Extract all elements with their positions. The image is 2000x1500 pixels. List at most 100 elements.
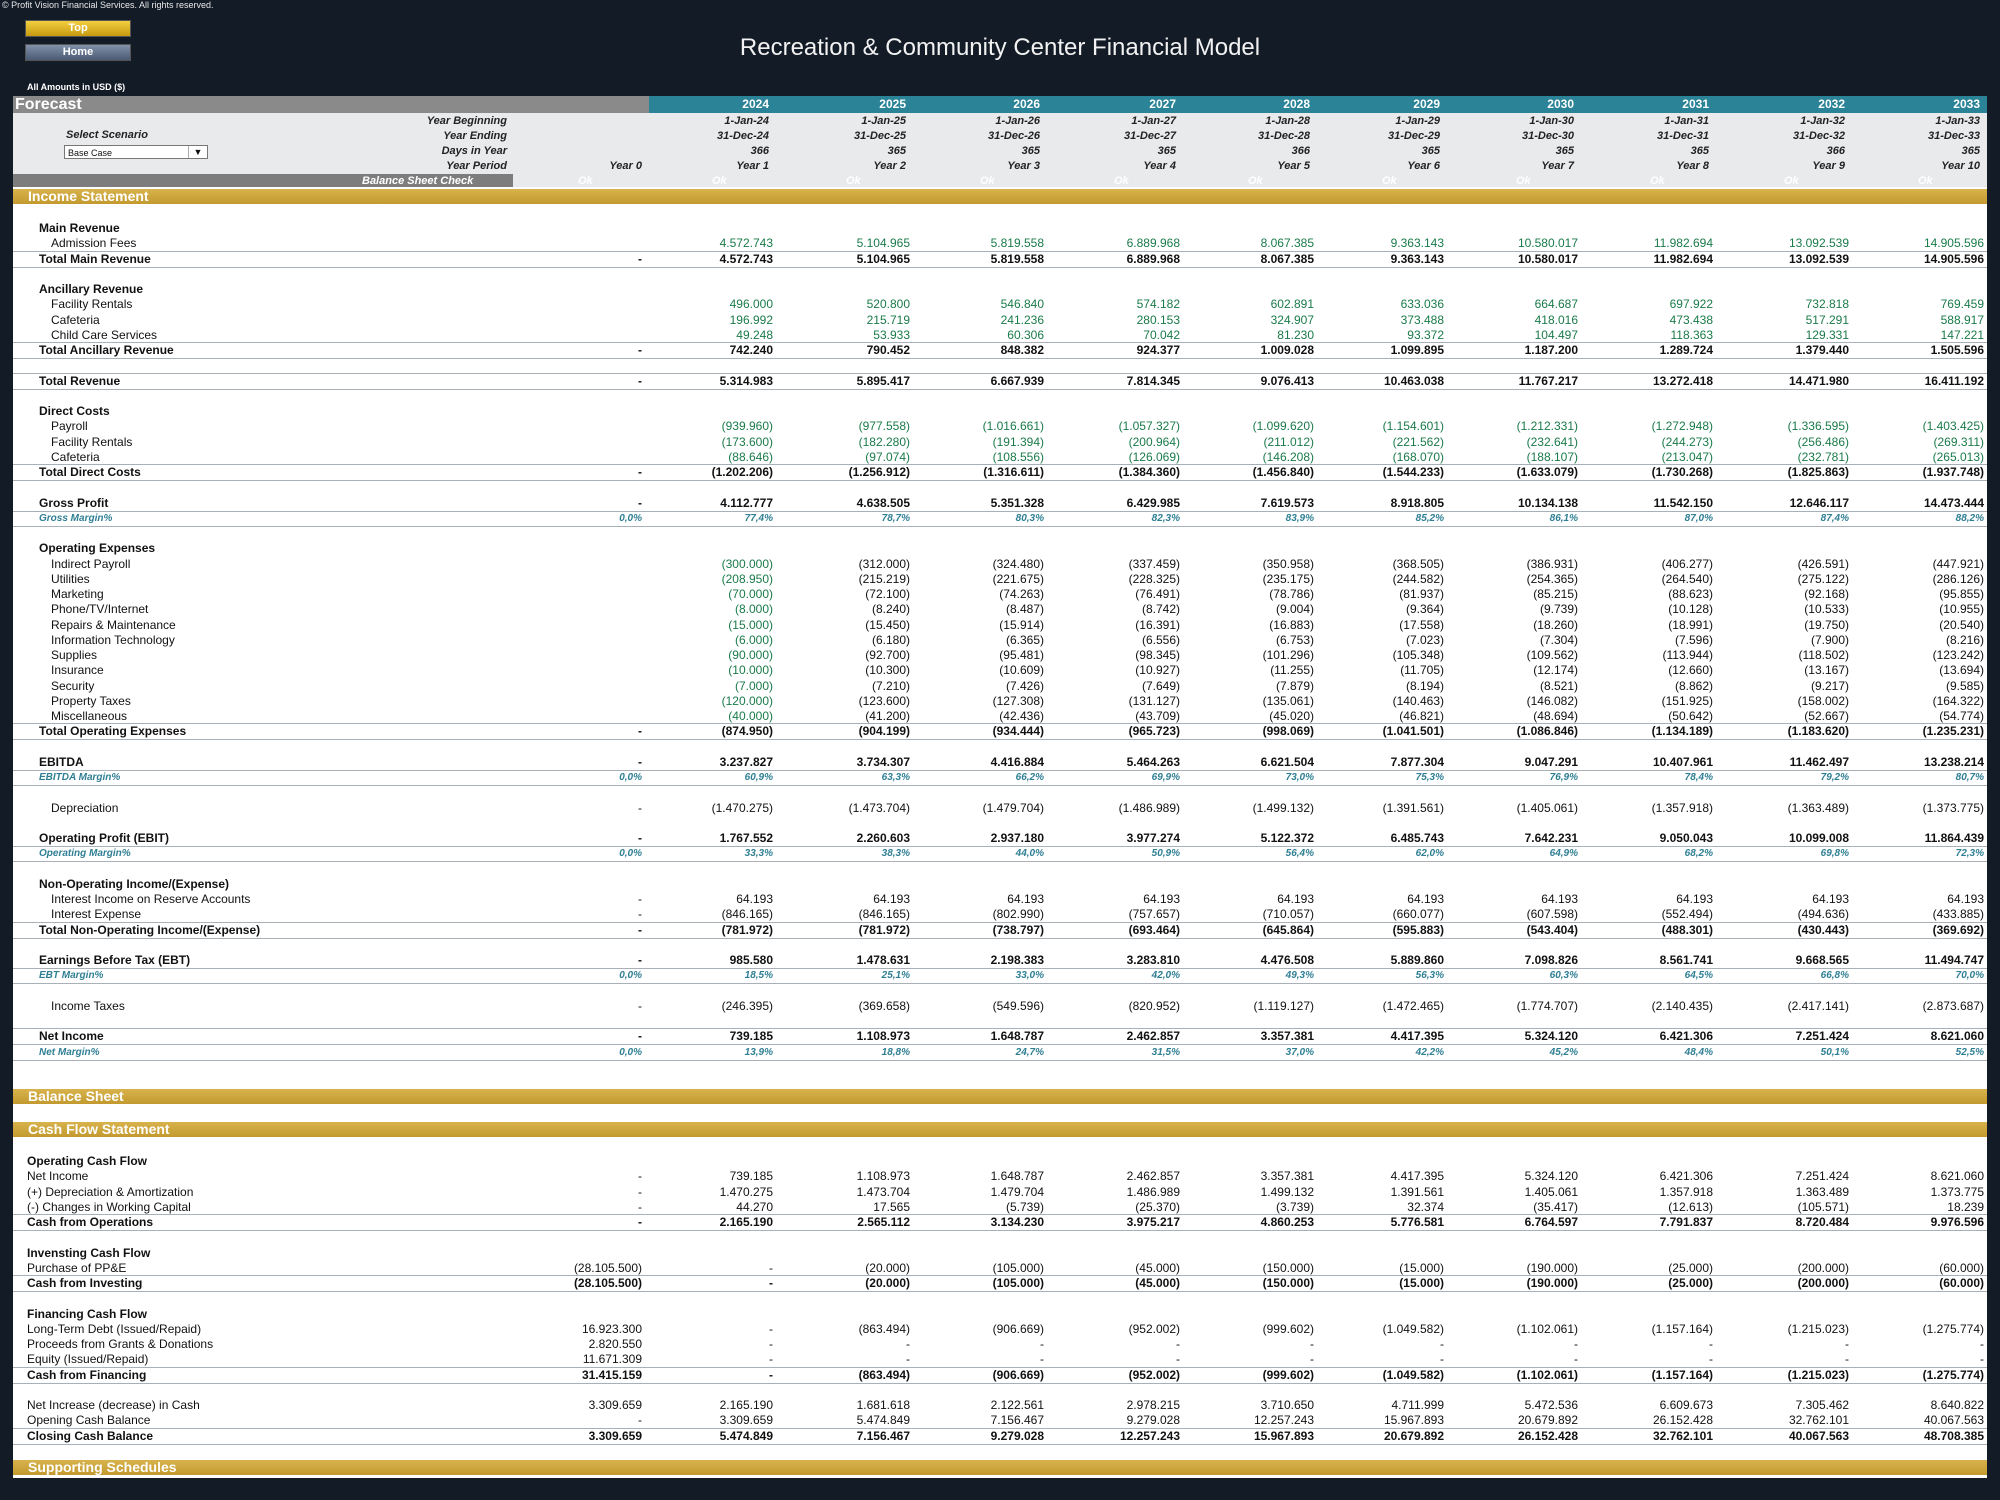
value-cell: (781.972) <box>858 923 910 937</box>
value-cell: 42,2% <box>1415 1047 1444 1058</box>
value-cell: 2.260.603 <box>856 831 910 845</box>
value-cell: 6.889.968 <box>1126 252 1180 266</box>
value-cell: 8.561.741 <box>1659 953 1713 967</box>
value-cell: 4.112.777 <box>720 496 773 510</box>
header-cell: 1-Jan-24 <box>724 115 769 127</box>
row-label: Net Income <box>39 1029 104 1043</box>
value-cell: (95.855) <box>1939 587 1984 601</box>
value-cell: (15.000) <box>1399 1276 1444 1290</box>
chevron-down-icon[interactable]: ▼ <box>188 146 207 158</box>
value-cell: (1.363.489) <box>1787 801 1849 815</box>
value-cell: 664.687 <box>1534 297 1578 311</box>
value-cell: (105.571) <box>1797 1200 1849 1214</box>
value-cell: (244.582) <box>1392 572 1444 586</box>
section-supporting-schedules[interactable]: Supporting Schedules <box>13 1460 1987 1475</box>
row-divider <box>13 1275 1987 1276</box>
value-cell: (1.119.127) <box>1253 999 1315 1013</box>
value-cell: (18.991) <box>1668 618 1713 632</box>
value-cell: 64.193 <box>873 892 910 906</box>
value-cell: (1.730.268) <box>1651 465 1713 479</box>
row-label: Property Taxes <box>51 694 131 708</box>
value-cell: (76.491) <box>1135 587 1180 601</box>
value-cell: (1.633.079) <box>1516 465 1578 479</box>
value-cell: (45.020) <box>1269 709 1314 723</box>
value-cell: (113.944) <box>1662 648 1713 662</box>
value-cell: 9.668.565 <box>1795 953 1849 967</box>
row-label: Cafeteria <box>51 313 100 327</box>
value-cell: 13,9% <box>744 1047 773 1058</box>
value-cell: 3.734.307 <box>856 755 910 769</box>
value-cell: (88.623) <box>1668 587 1713 601</box>
header-cell: 31-Dec-25 <box>854 130 906 142</box>
value-cell: (81.937) <box>1399 587 1444 601</box>
section-cash-flow-statement[interactable]: Cash Flow Statement <box>13 1122 1987 1137</box>
value-cell: 45,2% <box>1549 1047 1578 1058</box>
value-cell: 17.565 <box>873 1200 910 1214</box>
year0-cell: 0,0% <box>619 1047 642 1058</box>
value-cell: 732.818 <box>1805 297 1849 311</box>
value-cell: 13.238.214 <box>1923 755 1984 769</box>
row-divider <box>13 526 1987 527</box>
section-income-statement[interactable]: Income Statement <box>13 189 1987 204</box>
value-cell: (1.479.704) <box>982 801 1044 815</box>
value-cell: (1.403.425) <box>1922 419 1984 433</box>
header-cell: 366 <box>750 145 769 157</box>
value-cell: (595.883) <box>1392 923 1444 937</box>
row-divider <box>13 1214 1987 1215</box>
value-cell: (105.348) <box>1392 648 1444 662</box>
value-cell: - <box>1176 1352 1180 1366</box>
value-cell: (1.473.704) <box>848 801 910 815</box>
value-cell: (430.443) <box>1797 923 1849 937</box>
value-cell: 6.764.597 <box>1524 1215 1578 1229</box>
year0-cell: - <box>638 1200 642 1214</box>
value-cell: 5.314.983 <box>719 374 773 388</box>
row-divider <box>13 739 1987 740</box>
row-label: Net Increase (decrease) in Cash <box>27 1398 200 1412</box>
row-label: Closing Cash Balance <box>27 1429 154 1443</box>
row-label: Net Margin% <box>39 1047 100 1058</box>
value-cell: (7.649) <box>1141 679 1180 693</box>
header-cell: 31-Dec-31 <box>1657 130 1709 142</box>
row-divider <box>13 464 1987 465</box>
value-cell: 10.099.008 <box>1788 831 1849 845</box>
row-label: Invensting Cash Flow <box>27 1246 151 1260</box>
row-label: Marketing <box>51 587 104 601</box>
value-cell: (123.600) <box>858 694 910 708</box>
value-cell: 2.198.383 <box>990 953 1044 967</box>
value-cell: 1.009.028 <box>1260 343 1314 357</box>
year0-cell: 0,0% <box>619 970 642 981</box>
value-cell: (1.183.620) <box>1787 724 1849 738</box>
section-balance-sheet[interactable]: Balance Sheet <box>13 1089 1987 1104</box>
value-cell: 5.351.328 <box>990 496 1044 510</box>
value-cell: 2.462.857 <box>1126 1029 1180 1043</box>
value-cell: (13.694) <box>1939 663 1984 677</box>
value-cell: (1.486.989) <box>1118 801 1180 815</box>
value-cell: 7.877.304 <box>1390 755 1444 769</box>
value-cell: (10.533) <box>1804 602 1849 616</box>
value-cell: 104.497 <box>1534 328 1578 342</box>
value-cell: 88,2% <box>1955 513 1984 524</box>
value-cell: 3.134.230 <box>990 1215 1044 1229</box>
value-cell: 77,4% <box>744 513 773 524</box>
value-cell: 5.474.849 <box>719 1429 773 1443</box>
header-cell: 31-Dec-32 <box>1793 130 1845 142</box>
scenario-label: Select Scenario <box>66 129 148 141</box>
value-cell: 5.895.417 <box>856 374 910 388</box>
value-cell: - <box>1040 1352 1044 1366</box>
row-divider <box>13 1230 1987 1231</box>
currency-note: All Amounts in USD ($) <box>27 82 126 92</box>
value-cell: 1.767.552 <box>719 831 773 845</box>
row-label: Phone/TV/Internet <box>51 602 149 616</box>
row-label: Depreciation <box>51 801 119 815</box>
value-cell: 64.193 <box>736 892 773 906</box>
value-cell: 1.470.275 <box>719 1185 773 1199</box>
value-cell: 69,9% <box>1151 772 1180 783</box>
scenario-dropdown[interactable]: Base Case ▼ <box>64 145 208 159</box>
value-cell: 9.363.143 <box>1390 252 1444 266</box>
copyright-notice: © Profit Vision Financial Services. All … <box>2 0 214 10</box>
value-cell: 10.134.138 <box>1517 496 1578 510</box>
value-cell: 26.152.428 <box>1652 1413 1713 1427</box>
value-cell: (10.927) <box>1135 663 1180 677</box>
value-cell: (90.000) <box>728 648 773 662</box>
value-cell: 60.306 <box>1007 328 1044 342</box>
